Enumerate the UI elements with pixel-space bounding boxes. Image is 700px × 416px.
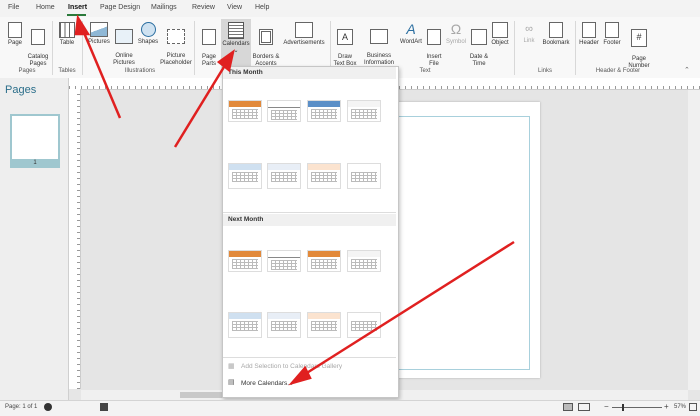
two-page-view-icon[interactable] [578, 403, 590, 411]
zoom-out-icon[interactable]: − [604, 402, 609, 411]
zoom-in-icon[interactable]: + [664, 402, 669, 411]
arrow-head [288, 365, 312, 386]
arrow-to-calendars-button [173, 61, 229, 148]
zoom-slider-thumb[interactable] [622, 404, 624, 411]
arrow-head [74, 14, 91, 36]
page-indicator[interactable]: Page: 1 of 1 [5, 404, 37, 410]
single-page-view-icon[interactable] [563, 403, 573, 411]
arrow-head [216, 49, 235, 73]
zoom-level[interactable]: 57% [674, 404, 686, 410]
zoom-slider-track[interactable] [612, 407, 662, 408]
record-icon [44, 403, 52, 411]
annotation-arrows [74, 14, 515, 386]
object-position-icon [100, 403, 108, 411]
arrow-to-more-calendars [301, 240, 515, 378]
arrow-to-insert-tab [80, 27, 122, 119]
fit-page-icon[interactable] [689, 403, 697, 411]
